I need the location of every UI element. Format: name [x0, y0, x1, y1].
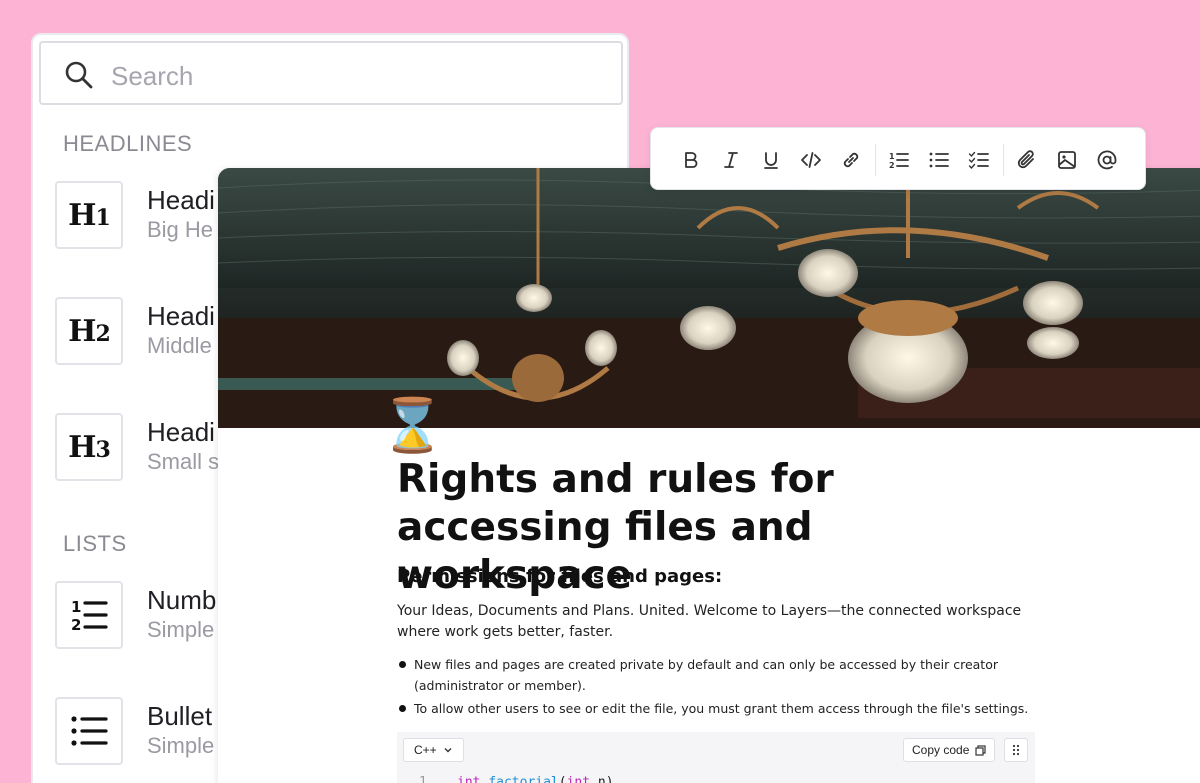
checklist-icon — [968, 151, 989, 170]
underline-button[interactable] — [757, 146, 785, 174]
copy-code-label: Copy code — [912, 743, 970, 757]
item-subtitle: Simple — [147, 617, 215, 642]
item-title: Headi — [147, 301, 215, 331]
code-text: int factorial(int n) — [457, 775, 614, 783]
bold-icon — [685, 152, 698, 168]
section-label-headlines: HEADLINES — [63, 131, 193, 156]
permissions-list: New files and pages are created private … — [397, 654, 1047, 721]
list-item[interactable]: New files and pages are created private … — [397, 654, 1047, 696]
heading-2-icon: H2 — [55, 297, 123, 365]
item-title: Headi — [147, 417, 215, 447]
attachment-icon — [1017, 150, 1034, 169]
search-field[interactable]: Search — [39, 41, 623, 105]
chevron-down-icon — [444, 748, 452, 753]
mention-button[interactable] — [1093, 146, 1121, 174]
hourglass-icon[interactable]: ⌛ — [380, 396, 445, 456]
code-icon — [801, 152, 821, 168]
link-button[interactable] — [837, 146, 865, 174]
ordered-list-button[interactable]: 1 2 — [885, 146, 913, 174]
numbered-list-icon: 1 2 — [55, 581, 123, 649]
bullet-list-icon — [55, 697, 123, 765]
attachment-button[interactable] — [1013, 146, 1041, 174]
item-subtitle: Small s — [147, 449, 220, 474]
italic-button[interactable] — [717, 146, 745, 174]
mention-icon — [1097, 150, 1117, 170]
bold-button[interactable] — [677, 146, 705, 174]
heading-1-icon: H1 — [55, 181, 123, 249]
link-icon — [843, 152, 859, 168]
heading-3-icon: H3 — [55, 413, 123, 481]
ordered-list-icon: 1 2 — [889, 152, 909, 170]
item-subtitle: Big He — [147, 217, 214, 242]
section-label-lists: LISTS — [63, 531, 127, 556]
section-heading[interactable]: Permissions for files and pages: — [397, 566, 722, 587]
bullet-list-icon — [929, 152, 949, 168]
item-title: Numb — [147, 585, 217, 615]
drag-handle-button[interactable] — [1004, 738, 1028, 762]
list-item[interactable]: To allow other users to see or edit the … — [397, 698, 1047, 719]
copy-icon — [975, 744, 986, 756]
code-block[interactable]: C++ Copy code 1 int factorial(int n) — [397, 732, 1035, 783]
svg-text:2: 2 — [889, 161, 895, 170]
underline-icon — [764, 152, 778, 169]
item-title: Headi — [147, 185, 215, 215]
copy-code-button[interactable]: Copy code — [903, 738, 996, 762]
bullet-list-button[interactable] — [925, 146, 953, 174]
svg-text:1: 1 — [71, 598, 81, 616]
drag-handle-icon — [1012, 744, 1020, 756]
search-placeholder: Search — [111, 61, 194, 91]
cover-image[interactable] — [218, 168, 1200, 428]
item-subtitle: Simple — [147, 733, 215, 758]
image-icon — [1058, 151, 1076, 169]
line-number: 1 — [419, 775, 427, 783]
formatting-toolbar: 1 2 — [650, 127, 1146, 190]
intro-paragraph[interactable]: Your Ideas, Documents and Plans. United.… — [397, 601, 1047, 643]
language-label: C++ — [414, 743, 437, 757]
item-title: Bullet — [147, 701, 213, 731]
code-line[interactable]: 1 int factorial(int n) — [397, 772, 1035, 783]
svg-text:1: 1 — [889, 152, 895, 161]
item-subtitle: Middle — [147, 333, 212, 358]
code-button[interactable] — [797, 146, 825, 174]
svg-text:2: 2 — [71, 616, 81, 634]
chandelier-illustration — [218, 168, 1200, 428]
image-button[interactable] — [1053, 146, 1081, 174]
toolbar-divider — [875, 144, 876, 176]
italic-icon — [724, 152, 738, 168]
search-icon — [65, 61, 93, 89]
checklist-button[interactable] — [965, 146, 993, 174]
language-select[interactable]: C++ — [403, 738, 464, 762]
toolbar-divider — [1003, 144, 1004, 176]
editor-document[interactable]: ⌛ Rights and rules for accessing files a… — [218, 168, 1200, 783]
